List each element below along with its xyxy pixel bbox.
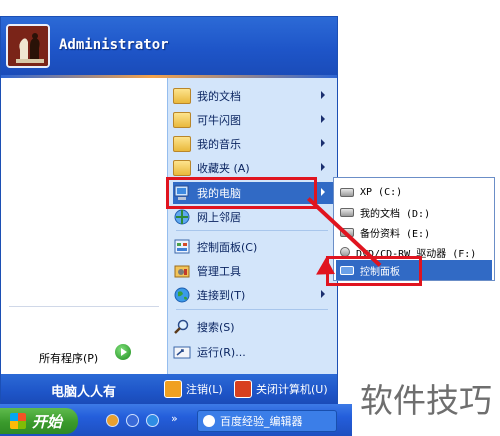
shutdown-button[interactable]: 关闭计算机(U) [234, 379, 328, 399]
annotation-highlight-my-computer [166, 177, 317, 209]
drive-icon [340, 207, 354, 217]
menu-item-label: 管理工具 [197, 265, 241, 278]
logoff-button[interactable]: 注销(L) [164, 379, 223, 399]
folder-icon [173, 112, 191, 128]
divider [9, 306, 159, 307]
run-icon [173, 344, 191, 360]
taskbar-button-label: 百度经验_编辑器 [220, 415, 303, 428]
divider [176, 309, 328, 310]
menu-item-keniu[interactable]: 可牛闪图 [173, 109, 333, 131]
menu-item-label: 收藏夹 (A) [197, 162, 250, 175]
menu-item-control-panel[interactable]: 控制面板(C) [173, 236, 333, 258]
user-name: Administrator [59, 37, 169, 53]
submenu-item-drive-d[interactable]: 我的文档 (D:) [336, 202, 492, 222]
watermark: 软件技巧 [352, 360, 500, 436]
menu-item-label: 运行(R)... [197, 346, 246, 359]
menu-item-favorites[interactable]: 收藏夹 (A) [173, 157, 333, 179]
menu-item-run[interactable]: 运行(R)... [173, 341, 333, 363]
submenu-item-label: XP (C:) [360, 186, 403, 198]
menu-item-label: 我的文档 [197, 90, 241, 103]
power-icon [234, 380, 252, 398]
submenu-arrow-icon [321, 290, 325, 298]
all-programs-arrow-icon[interactable] [115, 344, 131, 360]
globe-icon [173, 287, 191, 303]
folder-icon [173, 136, 191, 152]
start-menu-footer: 电脑人人有 注销(L) 关闭计算机(U) [1, 374, 337, 404]
menu-item-label: 可牛闪图 [197, 114, 241, 127]
menu-item-label: 连接到(T) [197, 289, 246, 302]
windows-logo-icon [10, 413, 26, 429]
submenu-item-label: 我的文档 (D:) [360, 208, 431, 220]
app-icon [203, 415, 215, 427]
drive-icon [340, 187, 354, 197]
submenu-arrow-icon [321, 91, 325, 99]
submenu-arrow-icon [321, 188, 325, 196]
quicklaunch-ie-icon[interactable] [146, 414, 159, 427]
shutdown-label: 关闭计算机(U) [256, 383, 328, 396]
network-icon [173, 209, 191, 225]
submenu-arrow-icon [321, 139, 325, 147]
quicklaunch-tool-icon[interactable] [106, 414, 119, 427]
quicklaunch-browser-icon[interactable] [126, 414, 139, 427]
menu-item-admin-tools[interactable]: 管理工具 [173, 260, 333, 282]
logoff-label: 注销(L) [186, 383, 223, 396]
menu-item-label: 搜索(S) [197, 321, 235, 334]
menu-item-network[interactable]: 网上邻居 [173, 206, 333, 228]
user-avatar[interactable] [6, 24, 50, 68]
menu-item-search[interactable]: 搜索(S) [173, 316, 333, 338]
start-menu: Administrator 所有程序(P) 我的文档 可牛闪图 我的音乐 收藏夹… [0, 16, 338, 404]
menu-item-label: 网上邻居 [197, 211, 241, 224]
taskbar-button-editor[interactable]: 百度经验_编辑器 [197, 410, 337, 432]
pinned-programs-pane: 所有程序(P) [1, 78, 167, 374]
submenu-arrow-icon [321, 115, 325, 123]
submenu-arrow-icon [321, 163, 325, 171]
start-button-label: 开始 [32, 412, 63, 431]
places-pane: 我的文档 可牛闪图 我的音乐 收藏夹 (A) 我的电脑 网上邻居 控制面板(C)… [167, 78, 337, 374]
footer-caption: 电脑人人有 [51, 385, 117, 400]
chess-pieces-icon [8, 26, 48, 66]
divider [176, 230, 328, 231]
quicklaunch-more-icon[interactable]: » [171, 412, 178, 425]
all-programs-label[interactable]: 所有程序(P) [39, 350, 98, 366]
submenu-item-drive-e[interactable]: 备份资料 (E:) [336, 222, 492, 242]
menu-item-connect-to[interactable]: 连接到(T) [173, 284, 333, 306]
submenu-item-drive-c[interactable]: XP (C:) [336, 182, 492, 202]
key-icon [164, 380, 182, 398]
menu-item-my-music[interactable]: 我的音乐 [173, 133, 333, 155]
search-icon [173, 319, 191, 335]
folder-icon [173, 160, 191, 176]
menu-item-label: 我的音乐 [197, 138, 241, 151]
start-button[interactable]: 开始 [0, 408, 78, 434]
start-menu-header: Administrator [1, 17, 337, 77]
submenu-item-label: 备份资料 (E:) [360, 228, 431, 240]
control-panel-icon [173, 239, 191, 255]
admin-tools-icon [173, 263, 191, 279]
menu-item-label: 控制面板(C) [197, 241, 258, 254]
my-documents-icon [173, 88, 191, 104]
menu-item-my-documents[interactable]: 我的文档 [173, 85, 333, 107]
